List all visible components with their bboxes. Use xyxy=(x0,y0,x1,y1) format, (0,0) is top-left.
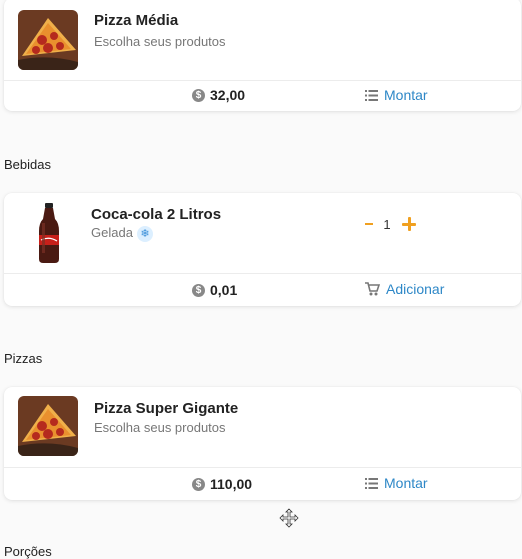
move-cursor-icon xyxy=(279,508,299,528)
pizza-thumbnail xyxy=(18,10,78,70)
product-price: $ 32,00 xyxy=(192,87,245,103)
dollar-coin-icon: $ xyxy=(192,283,205,297)
montar-button[interactable]: Montar xyxy=(365,87,428,103)
section-title-porcoes: Porções xyxy=(4,544,52,559)
product-name: Pizza Super Gigante xyxy=(94,400,239,417)
bottle-thumbnail xyxy=(29,201,69,265)
price-value: 0,01 xyxy=(210,282,238,298)
montar-button[interactable]: Montar xyxy=(365,475,428,491)
product-footer: $ 32,00 Montar xyxy=(4,81,521,111)
montar-label: Montar xyxy=(384,475,428,491)
product-name: Pizza Média xyxy=(94,12,179,29)
price-value: 110,00 xyxy=(210,476,253,492)
list-icon xyxy=(365,477,378,489)
adicionar-button[interactable]: Adicionar xyxy=(365,281,444,297)
dollar-coin-icon: $ xyxy=(192,477,205,491)
price-value: 32,00 xyxy=(210,87,246,103)
section-title-bebidas: Bebidas xyxy=(4,157,51,172)
product-card-coca-cola: Coca-cola 2 Litros Gelada ❄ 1 $ 0,01 Adic… xyxy=(4,193,521,306)
snowflake-icon: ❄ xyxy=(136,225,153,242)
product-info: Pizza Média Escolha seus produtos xyxy=(4,0,521,81)
cart-icon xyxy=(365,282,380,296)
product-subtitle: Escolha seus produtos xyxy=(94,34,226,49)
adicionar-label: Adicionar xyxy=(386,281,445,297)
increment-button[interactable] xyxy=(400,215,418,233)
montar-label: Montar xyxy=(384,87,428,103)
product-name: Coca-cola 2 Litros xyxy=(91,206,222,223)
product-card-pizza-media: Pizza Média Escolha seus produtos $ 32,0… xyxy=(4,0,521,111)
product-footer: $ 0,01 Adicionar xyxy=(4,274,521,306)
pizza-thumbnail xyxy=(18,396,78,456)
product-price: $ 110,00 xyxy=(192,476,252,492)
product-info: Pizza Super Gigante Escolha seus produto… xyxy=(4,387,521,468)
dollar-coin-icon: $ xyxy=(192,88,205,102)
product-subtitle: Escolha seus produtos xyxy=(94,420,226,435)
list-icon xyxy=(365,89,378,101)
decrement-button[interactable] xyxy=(364,216,374,232)
product-subtitle: Gelada ❄ xyxy=(91,225,153,242)
product-footer: $ 110,00 Montar xyxy=(4,468,521,500)
minus-icon xyxy=(365,223,373,225)
subtitle-text: Gelada xyxy=(91,225,133,240)
product-info: Coca-cola 2 Litros Gelada ❄ 1 xyxy=(4,193,521,274)
product-card-pizza-super-gigante: Pizza Super Gigante Escolha seus produto… xyxy=(4,387,521,500)
section-title-pizzas: Pizzas xyxy=(4,351,43,366)
quantity-value: 1 xyxy=(383,216,391,232)
quantity-stepper: 1 xyxy=(364,215,418,233)
product-price: $ 0,01 xyxy=(192,282,237,298)
